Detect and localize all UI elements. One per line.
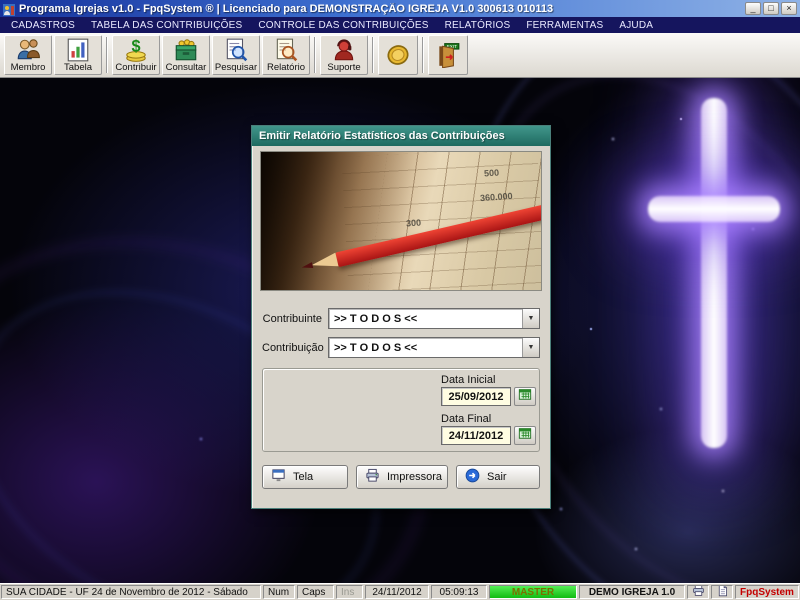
data-final-block: Data Final 24/11/2012 (441, 413, 536, 445)
data-inicial-block: Data Inicial 25/09/2012 (441, 374, 536, 406)
exit-door-icon: EXIT (435, 42, 461, 68)
toolbar-separator (106, 37, 108, 73)
toolbar: Membro Tabela $ Contribuir Consultar Pes (0, 33, 800, 78)
toolbar-consultar-label: Consultar (165, 62, 207, 73)
data-inicial-calendar-button[interactable] (514, 387, 536, 406)
calendar-icon (518, 387, 532, 406)
dialog-title-bar[interactable]: Emitir Relatório Estatísticos das Contri… (252, 126, 550, 146)
toolbar-pesquisar-label: Pesquisar (214, 62, 258, 73)
status-bar: SUA CIDADE - UF 24 de Novembro de 2012 -… (0, 583, 800, 600)
menu-ajuda[interactable]: AJUDA (612, 19, 660, 32)
ledger-pencil-photo: 500 360.000 300 (260, 151, 542, 291)
data-inicial-field[interactable]: 25/09/2012 (441, 387, 511, 406)
money-box-icon (173, 37, 199, 63)
toolbar-separator (372, 37, 374, 73)
toolbar-suporte-label: Suporte (327, 62, 361, 73)
members-icon (15, 37, 41, 63)
printer-icon (692, 586, 705, 598)
status-insert: Ins (336, 585, 363, 599)
close-button[interactable]: × (781, 2, 797, 15)
contribuicao-label: Contribuição (262, 341, 324, 354)
sair-label: Sair (487, 471, 507, 483)
window-title: Programa Igrejas v1.0 - FpqSystem ® | Li… (19, 2, 554, 15)
menu-bar: CADASTROS TABELA DAS CONTRIBUIÇÕES CONTR… (0, 17, 800, 33)
status-caps-lock: Caps (297, 585, 334, 599)
menu-controle-das-contribuicoes[interactable]: CONTROLE DAS CONTRIBUIÇÕES (251, 19, 435, 32)
status-location: SUA CIDADE - UF 24 de Novembro de 2012 -… (1, 585, 261, 599)
printer-icon (365, 468, 380, 486)
toolbar-separator (314, 37, 316, 73)
svg-text:$: $ (131, 38, 140, 56)
toolbar-tabela-button[interactable]: Tabela (54, 35, 102, 75)
status-num-lock: Num (263, 585, 295, 599)
menu-tabela-das-contribuicoes[interactable]: TABELA DAS CONTRIBUIÇÕES (84, 19, 249, 32)
report-icon (273, 37, 299, 63)
contribuicao-value: >> T O D O S << (334, 341, 418, 354)
dollar-contribute-icon: $ (123, 37, 149, 63)
toolbar-contribuir-button[interactable]: $ Contribuir (112, 35, 160, 75)
impressora-label: Impressora (387, 471, 443, 483)
tela-label: Tela (293, 471, 314, 483)
data-final-field[interactable]: 24/11/2012 (441, 426, 511, 445)
chevron-down-icon[interactable]: ▼ (522, 338, 539, 357)
minimize-button[interactable]: _ (745, 2, 761, 15)
impressora-button[interactable]: Impressora (356, 465, 448, 489)
toolbar-separator (422, 37, 424, 73)
menu-ferramentas[interactable]: FERRAMENTAS (519, 19, 610, 32)
glowing-cross-horizontal (648, 196, 780, 222)
status-brand: FpqSystem (735, 585, 799, 599)
status-time: 05:09:13 (431, 585, 487, 599)
contribuinte-select[interactable]: >> T O D O S << ▼ (328, 308, 540, 329)
sair-button[interactable]: Sair (456, 465, 540, 489)
toolbar-contribuir-label: Contribuir (115, 62, 157, 73)
status-printer-button[interactable] (687, 585, 709, 599)
contribuicao-row: Contribuição >> T O D O S << ▼ (262, 337, 540, 358)
sparkles (0, 78, 2, 80)
support-headset-icon (331, 37, 357, 63)
application-window: Programa Igrejas v1.0 - FpqSystem ® | Li… (0, 0, 800, 600)
toolbar-pesquisar-button[interactable]: Pesquisar (212, 35, 260, 75)
photo-number: 300 (405, 217, 422, 229)
toolbar-relatorio-label: Relatório (266, 62, 306, 73)
glowing-cross-vertical (701, 98, 727, 448)
chevron-down-icon[interactable]: ▼ (522, 309, 539, 328)
table-chart-icon (65, 37, 91, 63)
photo-number: 500 (483, 167, 500, 179)
exit-arrow-icon (465, 468, 480, 486)
dialog-title: Emitir Relatório Estatísticos das Contri… (259, 130, 505, 142)
search-page-icon (223, 37, 249, 63)
contribuinte-value: >> T O D O S << (334, 312, 418, 325)
data-final-calendar-button[interactable] (514, 426, 536, 445)
dialog-buttons: Tela Impressora Sair (262, 465, 540, 489)
contribuinte-row: Contribuinte >> T O D O S << ▼ (262, 308, 540, 329)
status-date: 24/11/2012 (365, 585, 429, 599)
data-final-label: Data Final (441, 413, 492, 425)
coin-icon (385, 42, 411, 68)
status-church-name: DEMO IGREJA 1.0 (579, 585, 685, 599)
title-bar: Programa Igrejas v1.0 - FpqSystem ® | Li… (0, 0, 800, 17)
status-document-button[interactable] (711, 585, 733, 599)
toolbar-consultar-button[interactable]: Consultar (162, 35, 210, 75)
toolbar-membro-button[interactable]: Membro (4, 35, 52, 75)
contribuinte-label: Contribuinte (262, 312, 322, 325)
toolbar-coin-button[interactable] (378, 35, 418, 75)
maximize-button[interactable]: □ (763, 2, 779, 15)
tela-button[interactable]: Tela (262, 465, 348, 489)
document-icon (716, 586, 729, 598)
contribuicao-select[interactable]: >> T O D O S << ▼ (328, 337, 540, 358)
toolbar-relatorio-button[interactable]: Relatório (262, 35, 310, 75)
app-icon (3, 3, 15, 16)
toolbar-suporte-button[interactable]: Suporte (320, 35, 368, 75)
toolbar-membro-label: Membro (10, 62, 46, 73)
report-dialog: Emitir Relatório Estatísticos das Contri… (251, 125, 551, 509)
toolbar-tabela-label: Tabela (64, 62, 92, 73)
screen-icon (271, 468, 286, 486)
menu-cadastros[interactable]: CADASTROS (4, 19, 82, 32)
calendar-icon (518, 426, 532, 445)
toolbar-exit-button[interactable]: EXIT (428, 35, 468, 75)
date-range-groupbox: Data Inicial 25/09/2012 Data Final 24/11… (262, 368, 540, 452)
status-user-badge: MASTER (489, 585, 577, 599)
data-inicial-label: Data Inicial (441, 374, 496, 386)
menu-relatorios[interactable]: RELATÓRIOS (438, 19, 518, 32)
